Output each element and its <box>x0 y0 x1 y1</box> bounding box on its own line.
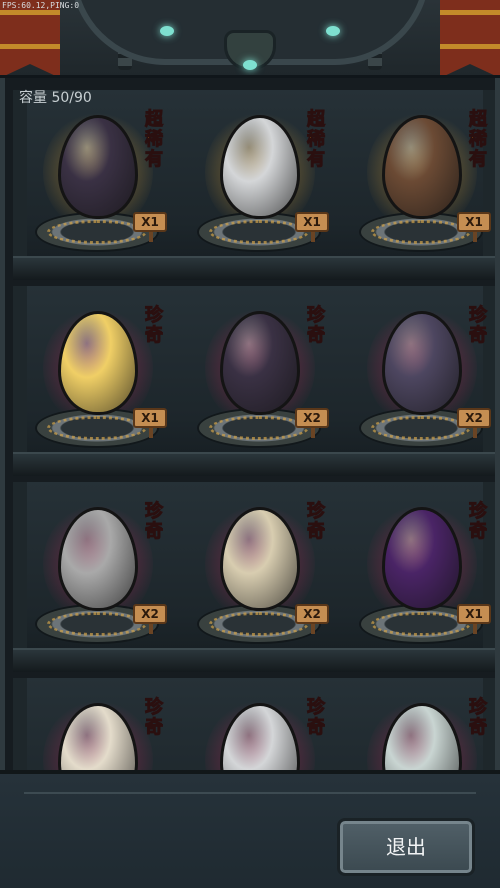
egg-shelves: 容量 50/90 超稀有 X1 超稀有 X1 超稀有 X1 珍奇 X1 珍奇 X2 珍奇 X2 珍奇 X2… <box>0 78 500 770</box>
shelf-row: 珍奇 X2 珍奇 X2 珍奇 X1 <box>13 482 495 672</box>
egg-slot[interactable]: 珍奇 <box>347 678 495 770</box>
capacity-label: 容量 50/90 <box>19 90 92 106</box>
rarity-label: 珍奇 <box>307 697 326 738</box>
egg-count-sign: X2 <box>457 408 491 438</box>
rarity-label: 珍奇 <box>145 697 164 738</box>
rarity-label: 珍奇 <box>307 305 326 346</box>
banner-right <box>440 0 500 75</box>
egg-count-sign: X1 <box>457 604 491 634</box>
gem-icon <box>160 26 174 36</box>
egg-slot[interactable]: 珍奇 X1 <box>23 286 173 476</box>
egg-slot[interactable]: 珍奇 X2 <box>185 286 335 476</box>
egg-slot[interactable]: 超稀有 X1 <box>185 90 335 280</box>
egg-count-sign: X1 <box>295 212 329 242</box>
rarity-label: 珍奇 <box>469 305 488 346</box>
egg-count-sign: X2 <box>295 604 329 634</box>
egg-count-sign: X2 <box>133 604 167 634</box>
rarity-label: 超稀有 <box>145 109 164 170</box>
rarity-label: 珍奇 <box>145 501 164 542</box>
egg-slot[interactable]: 珍奇 X2 <box>347 286 495 476</box>
rarity-label: 珍奇 <box>469 501 488 542</box>
egg-count-sign: X1 <box>457 212 491 242</box>
egg-slot[interactable]: 超稀有 X1 <box>23 90 173 280</box>
egg-slot[interactable]: 珍奇 X1 <box>347 482 495 672</box>
egg-count-sign: X1 <box>133 408 167 438</box>
footer-divider <box>24 792 476 794</box>
shelf-row: 超稀有 X1 超稀有 X1 超稀有 X1 <box>13 90 495 280</box>
rarity-label: 超稀有 <box>469 109 488 170</box>
gem-icon <box>243 60 257 70</box>
rarity-label: 珍奇 <box>145 305 164 346</box>
egg-slot[interactable]: 超稀有 X1 <box>347 90 495 280</box>
gem-icon <box>326 26 340 36</box>
egg-slot[interactable]: 珍奇 X2 <box>23 482 173 672</box>
exit-button[interactable]: 退出 <box>337 818 475 876</box>
egg-slot[interactable]: 珍奇 <box>185 678 335 770</box>
egg-count-sign: X1 <box>133 212 167 242</box>
egg-slot[interactable]: 珍奇 X2 <box>185 482 335 672</box>
egg-count-sign: X2 <box>295 408 329 438</box>
shelf-row: 珍奇 珍奇 珍奇 <box>13 678 495 770</box>
shelf-row: 珍奇 X1 珍奇 X2 珍奇 X2 <box>13 286 495 476</box>
ornamental-header <box>0 0 500 78</box>
rarity-label: 珍奇 <box>469 697 488 738</box>
rarity-label: 超稀有 <box>307 109 326 170</box>
egg-slot[interactable]: 珍奇 <box>23 678 173 770</box>
footer-bar: 退出 <box>0 770 500 888</box>
rarity-label: 珍奇 <box>307 501 326 542</box>
fps-debug-text: FPS:60.12,PING:0 <box>2 1 80 10</box>
